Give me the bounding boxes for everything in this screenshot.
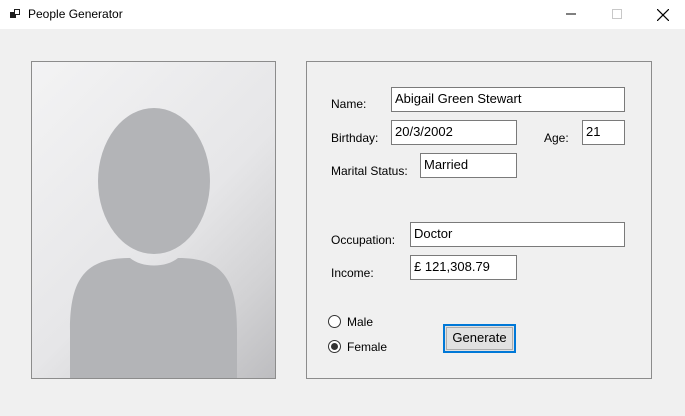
age-label: Age: — [544, 131, 569, 145]
title-bar: People Generator — [0, 0, 685, 29]
maximize-button[interactable] — [594, 0, 640, 29]
marital-status-label: Marital Status: — [331, 164, 408, 178]
name-label: Name: — [331, 97, 367, 111]
female-radio[interactable] — [328, 340, 341, 353]
female-radio-selected-dot — [331, 343, 338, 350]
occupation-field[interactable]: Doctor — [410, 222, 625, 247]
income-field[interactable]: £ 121,308.79 — [410, 255, 517, 280]
birthday-label: Birthday: — [331, 131, 379, 145]
male-radio[interactable] — [328, 315, 341, 328]
minimize-icon — [566, 13, 576, 15]
female-radio-label[interactable]: Female — [347, 340, 387, 354]
app-icon — [9, 7, 23, 21]
name-field[interactable]: Abigail Green Stewart — [391, 87, 625, 112]
maximize-icon — [612, 9, 622, 19]
generate-button[interactable]: Generate — [443, 324, 516, 353]
birthday-field[interactable]: 20/3/2002 — [391, 120, 517, 145]
close-button[interactable] — [639, 0, 685, 29]
window-title: People Generator — [28, 7, 123, 21]
close-icon — [657, 9, 669, 21]
age-field[interactable]: 21 — [582, 120, 625, 145]
income-label: Income: — [331, 266, 374, 280]
person-photo — [31, 61, 276, 379]
person-silhouette-icon — [70, 108, 237, 378]
occupation-label: Occupation: — [331, 233, 396, 247]
marital-status-field[interactable]: Married — [420, 153, 517, 178]
male-radio-label[interactable]: Male — [347, 315, 373, 329]
generate-button-label: Generate — [452, 330, 507, 345]
minimize-button[interactable] — [548, 0, 594, 29]
